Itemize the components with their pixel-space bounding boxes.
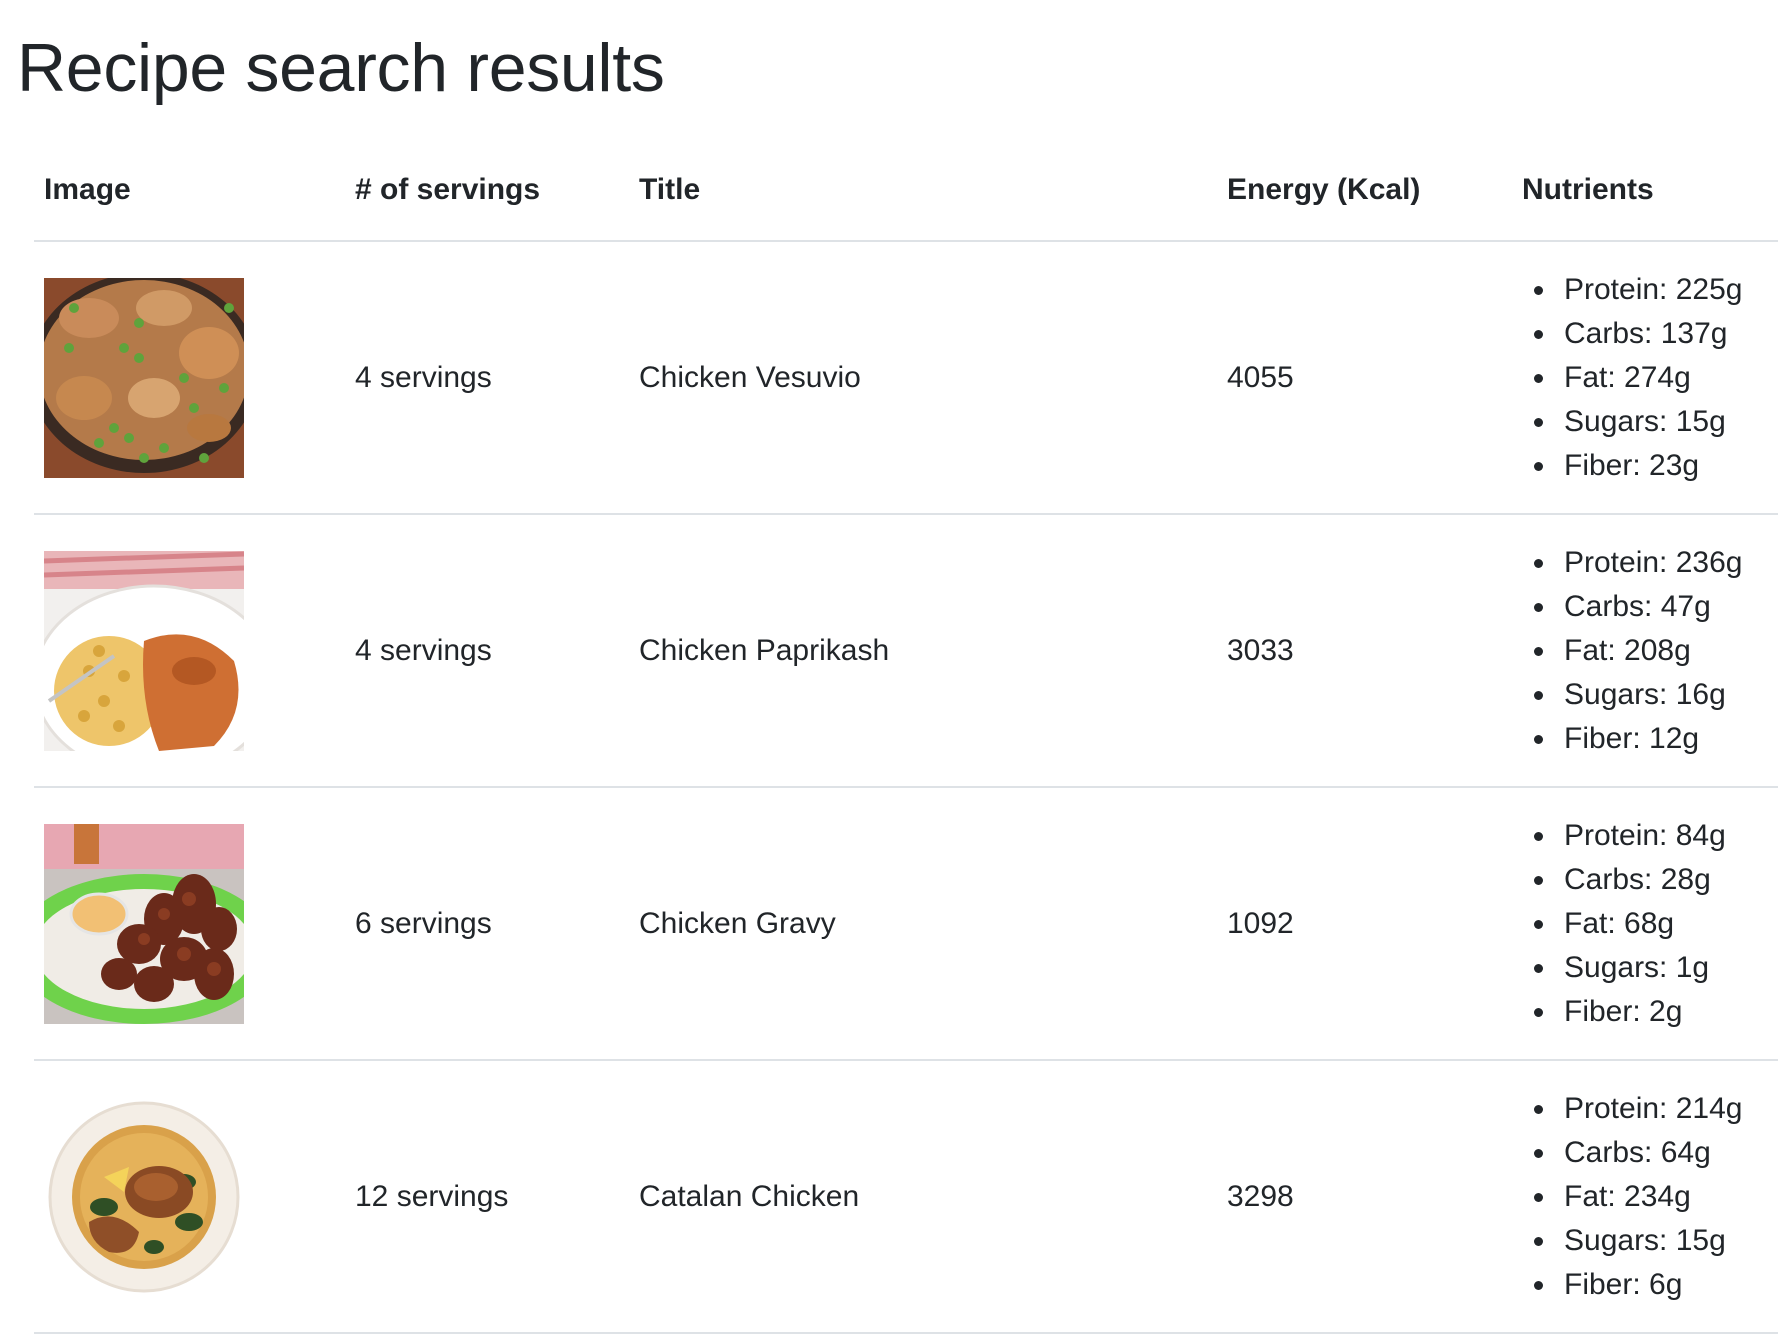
- nutrient-item: Fiber: 6g: [1534, 1263, 1768, 1307]
- nutrient-item: Fat: 234g: [1534, 1175, 1768, 1219]
- nutrient-item: Sugars: 16g: [1534, 673, 1768, 717]
- nutrients-list: Protein: 214g Carbs: 64g Fat: 234g Sugar…: [1522, 1087, 1768, 1307]
- nutrient-item: Sugars: 1g: [1534, 946, 1768, 990]
- nutrient-item: Carbs: 28g: [1534, 858, 1768, 902]
- column-header-nutrients: Nutrients: [1512, 140, 1778, 242]
- column-header-image: Image: [34, 140, 345, 242]
- nutrients-cell: Protein: 84g Carbs: 28g Fat: 68g Sugars:…: [1512, 787, 1778, 1061]
- servings-cell: 6 servings: [345, 787, 629, 1061]
- nutrients-cell: Protein: 214g Carbs: 64g Fat: 234g Sugar…: [1512, 1060, 1778, 1334]
- nutrients-list: Protein: 225g Carbs: 137g Fat: 274g Suga…: [1522, 268, 1768, 488]
- nutrient-item: Protein: 236g: [1534, 541, 1768, 585]
- nutrient-item: Sugars: 15g: [1534, 1219, 1768, 1263]
- catalan-chicken-photo: [44, 1096, 244, 1297]
- nutrient-item: Protein: 84g: [1534, 814, 1768, 858]
- nutrient-item: Fat: 274g: [1534, 356, 1768, 400]
- nutrient-item: Fiber: 2g: [1534, 990, 1768, 1034]
- chicken-gravy-photo: [44, 823, 244, 1024]
- nutrients-cell: Protein: 236g Carbs: 47g Fat: 208g Sugar…: [1512, 514, 1778, 788]
- table-row: 12 servings Catalan Chicken 3298 Protein…: [34, 1060, 1778, 1334]
- energy-cell: 1092: [1217, 787, 1512, 1061]
- table-row: 4 servings Chicken Paprikash 3033 Protei…: [34, 514, 1778, 788]
- nutrient-item: Carbs: 64g: [1534, 1131, 1768, 1175]
- servings-cell: 4 servings: [345, 514, 629, 788]
- image-cell: [34, 241, 345, 515]
- chicken-vesuvio-photo: [44, 277, 244, 478]
- energy-cell: 3298: [1217, 1060, 1512, 1334]
- nutrient-item: Fat: 68g: [1534, 902, 1768, 946]
- nutrient-item: Sugars: 15g: [1534, 400, 1768, 444]
- chicken-paprikash-photo: [44, 550, 244, 751]
- nutrients-list: Protein: 84g Carbs: 28g Fat: 68g Sugars:…: [1522, 814, 1768, 1034]
- column-header-energy: Energy (Kcal): [1217, 140, 1512, 242]
- nutrient-item: Carbs: 137g: [1534, 312, 1768, 356]
- servings-cell: 4 servings: [345, 241, 629, 515]
- page: Recipe search results Image # of serving…: [0, 0, 1778, 1340]
- nutrient-item: Fiber: 12g: [1534, 717, 1768, 761]
- image-cell: [34, 787, 345, 1061]
- servings-cell: 12 servings: [345, 1060, 629, 1334]
- table-row: 4 servings Chicken Vesuvio 4055 Protein:…: [34, 241, 1778, 515]
- nutrients-list: Protein: 236g Carbs: 47g Fat: 208g Sugar…: [1522, 541, 1768, 761]
- nutrients-cell: Protein: 225g Carbs: 137g Fat: 274g Suga…: [1512, 241, 1778, 515]
- table-row: 6 servings Chicken Gravy 1092 Protein: 8…: [34, 787, 1778, 1061]
- nutrient-item: Fiber: 23g: [1534, 444, 1768, 488]
- recipe-results-table: Image # of servings Title Energy (Kcal) …: [34, 140, 1778, 1334]
- nutrient-item: Fat: 208g: [1534, 629, 1768, 673]
- title-cell: Chicken Vesuvio: [629, 241, 1217, 515]
- nutrient-item: Protein: 225g: [1534, 268, 1768, 312]
- column-header-title: Title: [629, 140, 1217, 242]
- page-title: Recipe search results: [17, 30, 665, 106]
- title-cell: Chicken Paprikash: [629, 514, 1217, 788]
- table-header-row: Image # of servings Title Energy (Kcal) …: [34, 140, 1778, 242]
- column-header-servings: # of servings: [345, 140, 629, 242]
- image-cell: [34, 514, 345, 788]
- title-cell: Chicken Gravy: [629, 787, 1217, 1061]
- nutrient-item: Carbs: 47g: [1534, 585, 1768, 629]
- energy-cell: 3033: [1217, 514, 1512, 788]
- title-cell: Catalan Chicken: [629, 1060, 1217, 1334]
- image-cell: [34, 1060, 345, 1334]
- nutrient-item: Protein: 214g: [1534, 1087, 1768, 1131]
- energy-cell: 4055: [1217, 241, 1512, 515]
